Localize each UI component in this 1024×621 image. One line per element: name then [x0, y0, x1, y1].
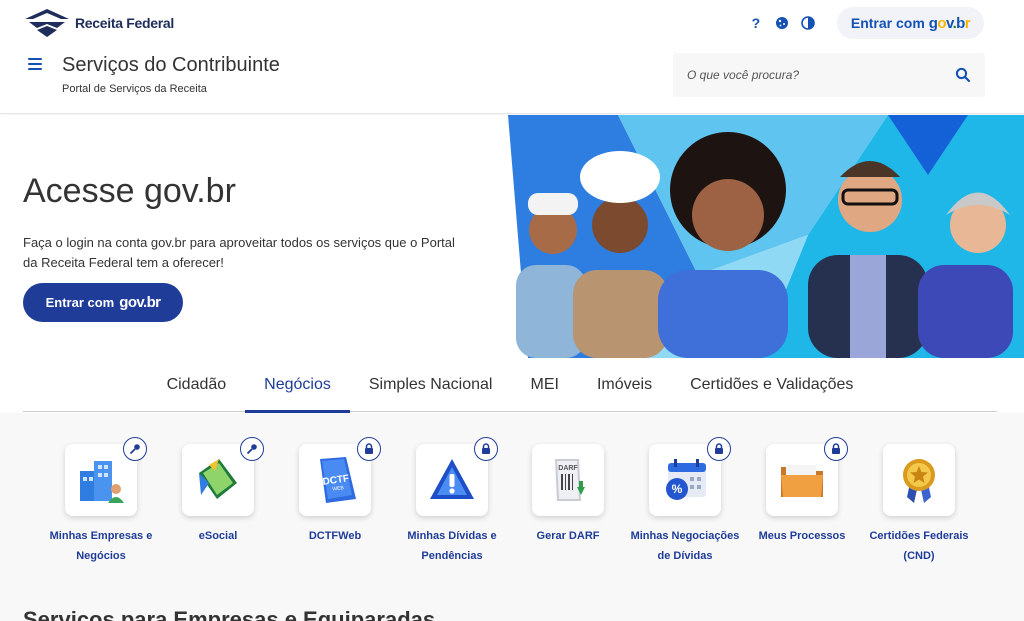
- service-card[interactable]: [182, 437, 264, 516]
- service-label: Certidões Federais (CND): [869, 530, 969, 562]
- service-label: Gerar DARF: [536, 530, 600, 542]
- dctfweb-icon: DCTF WEB: [320, 457, 356, 503]
- key-icon: [240, 437, 264, 461]
- tab-certidoes-validacoes[interactable]: Certidões e Validações: [671, 358, 872, 412]
- hero-title: Acesse gov.br: [23, 172, 236, 210]
- logo-text: Receita Federal: [75, 15, 174, 31]
- calendar-percent-icon: %: [666, 459, 706, 500]
- search-input[interactable]: [687, 68, 955, 82]
- service-card[interactable]: [65, 437, 147, 516]
- hero-banner: Acesse gov.br Faça o login na conta gov.…: [0, 115, 1024, 358]
- search-icon[interactable]: [955, 67, 971, 83]
- service-certidoes-federais[interactable]: Certidões Federais (CND): [861, 444, 977, 566]
- hero-people-illustration: [508, 115, 1024, 358]
- folder-icon: [781, 465, 823, 497]
- service-card[interactable]: [766, 437, 848, 516]
- lock-icon: [824, 437, 848, 461]
- lock-icon: [357, 437, 381, 461]
- buildings-icon: [80, 461, 124, 503]
- tab-negocios[interactable]: Negócios: [245, 358, 350, 413]
- service-card[interactable]: [416, 437, 498, 516]
- header-login-button[interactable]: Entrar com gov.br: [836, 7, 984, 39]
- service-esocial[interactable]: eSocial: [160, 437, 276, 546]
- cookie-icon[interactable]: [769, 7, 795, 39]
- service-label: Meus Processos: [758, 530, 846, 542]
- darf-icon: DARF: [555, 459, 585, 501]
- service-label: Minhas Negociações de Dívidas: [630, 530, 740, 562]
- search-bar: [673, 53, 985, 97]
- site-title: Serviços do Contribuinte: [62, 54, 280, 76]
- lock-icon: [707, 437, 731, 461]
- help-icon[interactable]: ?: [743, 7, 769, 39]
- service-card[interactable]: DCTF WEB: [299, 437, 381, 516]
- service-label: Minhas Empresas e Negócios: [49, 530, 153, 562]
- tab-imoveis[interactable]: Imóveis: [578, 358, 671, 412]
- header-login-label: Entrar com: [850, 15, 925, 31]
- service-dctfweb[interactable]: DCTF WEB DCTFWeb: [277, 437, 393, 546]
- service-card[interactable]: %: [649, 437, 731, 516]
- service-label: DCTFWeb: [308, 530, 362, 542]
- lock-icon: [474, 437, 498, 461]
- site-subtitle: Portal de Serviços da Receita: [62, 83, 207, 95]
- service-label: eSocial: [198, 530, 238, 542]
- service-minhas-negociacoes[interactable]: % Minhas Negociações de Dívidas: [627, 437, 743, 566]
- receita-federal-emblem-icon: [25, 9, 69, 37]
- svg-text:%: %: [672, 482, 683, 496]
- hamburger-menu-icon[interactable]: [28, 58, 42, 70]
- key-icon: [123, 437, 147, 461]
- hero-govbr-brand: gov.br: [119, 294, 161, 311]
- medal-icon: [903, 459, 935, 503]
- site-header: Receita Federal ? Entrar com gov.br Serv…: [0, 0, 1024, 114]
- services-grid: Minhas Empresas e Negócios eSocial DCTF …: [0, 413, 1024, 621]
- service-card[interactable]: [883, 444, 955, 516]
- service-label: Minhas Dívidas e Pendências: [407, 530, 497, 562]
- service-minhas-empresas[interactable]: Minhas Empresas e Negócios: [43, 437, 159, 566]
- warning-icon: [430, 459, 474, 499]
- hero-description: Faça o login na conta gov.br para aprove…: [23, 235, 455, 270]
- receita-federal-logo[interactable]: Receita Federal: [23, 8, 174, 38]
- service-minhas-dividas[interactable]: Minhas Dívidas e Pendências: [394, 437, 510, 566]
- esocial-icon: [199, 459, 237, 499]
- govbr-brand: gov.br: [928, 14, 971, 32]
- top-toolbar: ? Entrar com gov.br: [743, 7, 984, 39]
- contrast-icon[interactable]: [795, 7, 821, 39]
- tab-cidadao[interactable]: Cidadão: [148, 358, 246, 412]
- tab-mei[interactable]: MEI: [511, 358, 577, 412]
- service-meus-processos[interactable]: Meus Processos: [744, 437, 860, 546]
- section-heading: Serviços para Empresas e Equiparadas: [23, 607, 436, 621]
- hero-login-label: Entrar com: [45, 295, 115, 310]
- category-tabs: Cidadão Negócios Simples Nacional MEI Im…: [23, 358, 997, 413]
- service-card[interactable]: DARF: [532, 444, 604, 516]
- service-gerar-darf[interactable]: DARF Gerar DARF: [510, 444, 626, 546]
- svg-text:DARF: DARF: [558, 465, 578, 472]
- tab-simples-nacional[interactable]: Simples Nacional: [350, 358, 512, 412]
- hero-login-button[interactable]: Entrar com gov.br: [23, 283, 183, 322]
